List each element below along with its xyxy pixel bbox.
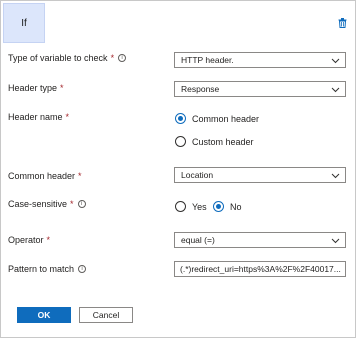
info-icon[interactable]: i	[78, 265, 87, 273]
chevron-down-icon	[331, 238, 340, 244]
variable-type-label: Type of variable to check * i	[8, 53, 127, 63]
common-header-label: Common header *	[8, 171, 82, 181]
radio-button[interactable]	[175, 201, 186, 212]
required-marker: *	[60, 83, 64, 93]
trash-icon[interactable]	[337, 17, 347, 28]
condition-tile: If	[3, 3, 45, 43]
ok-button[interactable]: OK	[17, 307, 71, 323]
variable-type-dropdown[interactable]: HTTP header.	[174, 52, 346, 68]
required-marker: *	[110, 53, 115, 63]
pattern-input[interactable]: (.*)redirect_uri=https%3A%2F%2F40017...	[174, 261, 346, 277]
required-marker: *	[65, 112, 70, 122]
case-sensitive-label: Case-sensitive * i	[8, 199, 86, 209]
cancel-button[interactable]: Cancel	[79, 307, 133, 323]
radio-case-yes[interactable]: Yes	[175, 201, 207, 212]
radio-button[interactable]	[213, 201, 224, 212]
radio-button[interactable]	[175, 113, 186, 124]
required-marker: *	[46, 235, 51, 245]
chevron-down-icon	[331, 58, 340, 64]
header-type-dropdown[interactable]: Response	[174, 81, 346, 97]
chevron-down-icon	[331, 173, 340, 179]
condition-title: If	[21, 17, 27, 29]
info-icon[interactable]: i	[118, 54, 127, 62]
info-icon[interactable]: i	[77, 200, 86, 208]
radio-custom-header[interactable]: Custom header	[175, 136, 254, 147]
radio-common-header[interactable]: Common header	[175, 113, 259, 124]
operator-dropdown[interactable]: equal (=)	[174, 232, 346, 248]
required-marker: *	[78, 171, 82, 181]
pattern-label: Pattern to match i	[8, 264, 87, 274]
radio-button[interactable]	[175, 136, 186, 147]
operator-label: Operator *	[8, 235, 51, 245]
required-marker: *	[70, 199, 74, 209]
common-header-dropdown[interactable]: Location	[174, 167, 346, 183]
chevron-down-icon	[331, 87, 340, 93]
condition-panel: If Type of variable to check * i HTTP he…	[0, 0, 356, 338]
header-name-label: Header name *	[8, 112, 70, 122]
radio-case-no[interactable]: No	[213, 201, 242, 212]
header-type-label: Header type *	[8, 83, 64, 93]
